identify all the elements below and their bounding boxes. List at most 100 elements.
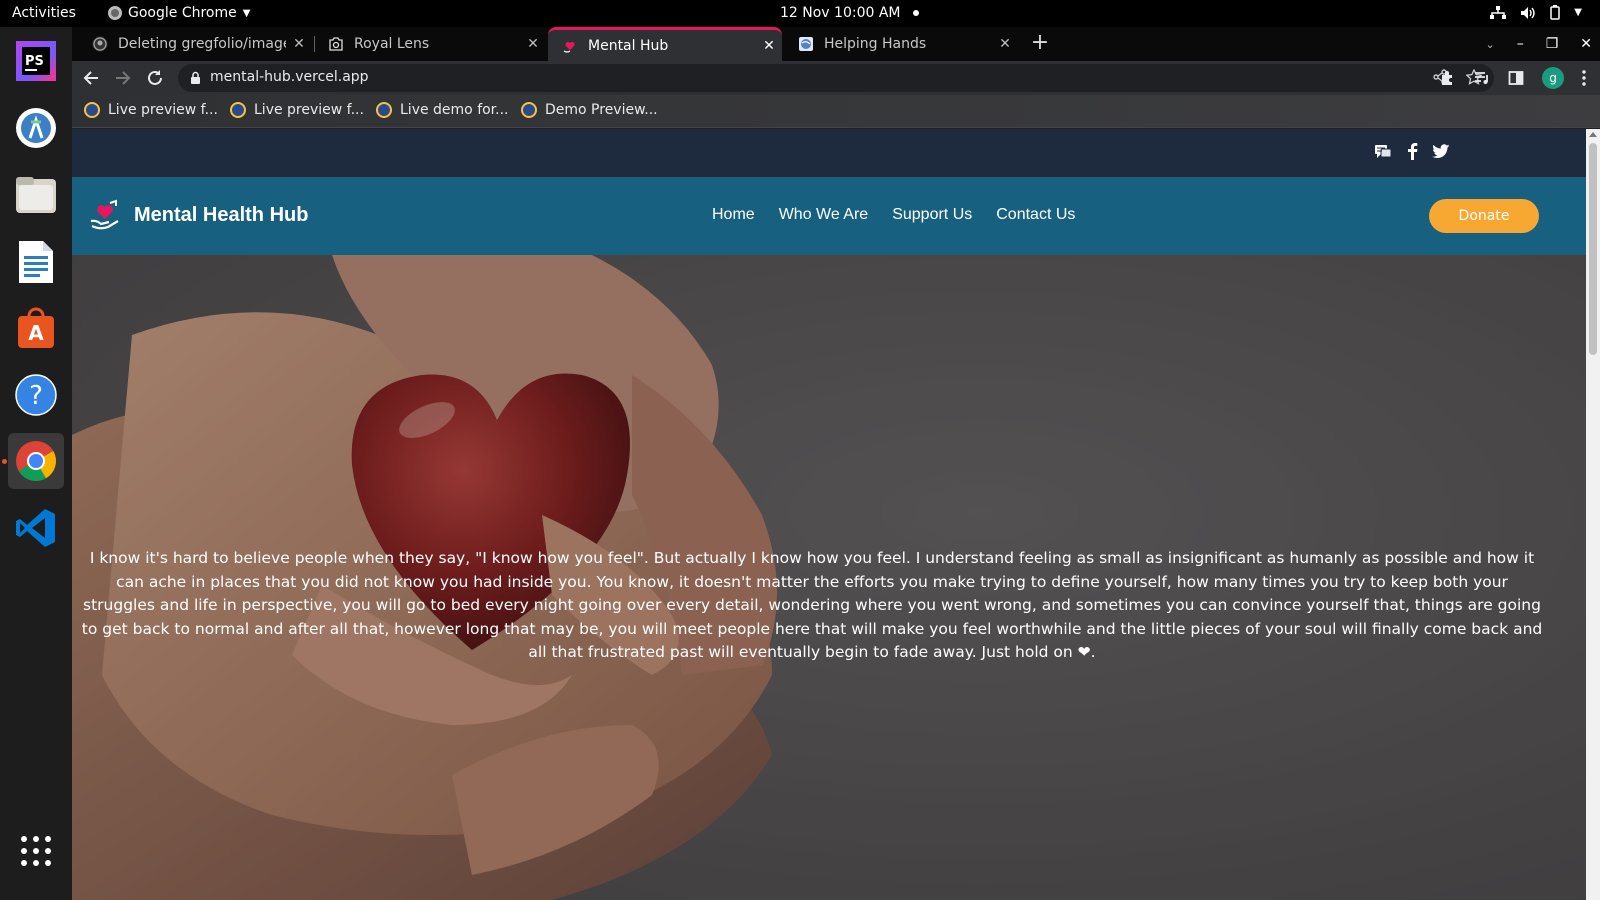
scrollbar-thumb[interactable]	[1589, 143, 1597, 355]
running-indicator-icon	[2, 459, 7, 464]
facebook-icon[interactable]	[1406, 143, 1418, 160]
address-bar[interactable]: mental-hub.vercel.app	[178, 64, 1494, 92]
app-grid-icon[interactable]	[8, 823, 64, 879]
clock-label: 12 Nov 10:00 AM	[780, 5, 901, 21]
chevron-down-icon: ▼	[242, 7, 251, 19]
chrome-icon	[108, 6, 122, 20]
bookmark-label: Live demo for...	[400, 102, 509, 118]
camera-icon	[328, 36, 344, 52]
brand-name: Mental Health Hub	[134, 203, 309, 226]
close-tab-icon[interactable]: ✕	[992, 36, 1018, 52]
window-controls: ⌄ – ❐ ✕	[1485, 27, 1592, 61]
bookmark-favicon-icon	[376, 102, 392, 118]
bookmark-label: Live preview f...	[254, 102, 364, 118]
heart-hands-logo-icon	[90, 199, 119, 230]
close-tab-icon[interactable]: ✕	[286, 36, 312, 52]
media-queue-icon[interactable]	[1474, 70, 1490, 86]
chat-icon[interactable]	[1374, 144, 1392, 160]
hero-quote: I know it's hard to believe people when …	[81, 549, 1543, 661]
system-tray[interactable]: ▼	[1490, 5, 1582, 20]
github-icon	[92, 36, 108, 52]
help-icon[interactable]: ?	[8, 367, 64, 423]
tab-royal-lens[interactable]: Royal Lens ✕	[314, 27, 546, 61]
restore-icon[interactable]: ❐	[1546, 36, 1559, 52]
network-icon	[1490, 5, 1507, 19]
app-menu[interactable]: Google Chrome ▼	[108, 5, 250, 21]
files-icon[interactable]	[8, 167, 64, 223]
bookmark-item[interactable]: Live demo for...	[376, 102, 509, 118]
dock: PS A ?	[0, 27, 72, 900]
tab-strip: Deleting gregfolio/image ✕ Royal Lens ✕ …	[72, 27, 1600, 61]
bookmark-favicon-icon	[230, 102, 246, 118]
volume-icon	[1521, 6, 1535, 19]
tab-helping-hands[interactable]: Helping Hands ✕	[784, 27, 1018, 61]
toolbar-actions: g	[1440, 67, 1586, 89]
arrow-left-icon	[83, 71, 98, 85]
extensions-icon[interactable]	[1440, 70, 1456, 86]
profile-avatar[interactable]: g	[1542, 67, 1564, 89]
heart-hands-icon	[562, 38, 578, 54]
battery-icon	[1550, 5, 1561, 20]
bookmark-item[interactable]: Demo Preview...	[521, 102, 658, 118]
svg-text:PS: PS	[25, 54, 44, 69]
page-viewport: Mental Health Hub Home Who We Are Suppor…	[72, 129, 1586, 900]
reload-button[interactable]	[144, 67, 166, 89]
lock-icon[interactable]	[190, 71, 201, 85]
bookmark-item[interactable]: Live preview f...	[230, 102, 364, 118]
donate-button[interactable]: Donate	[1429, 199, 1539, 233]
bookmark-favicon-icon	[84, 102, 100, 118]
tab-title: Deleting gregfolio/image	[118, 36, 286, 52]
nav-menu: Home Who We Are Support Us Contact Us	[712, 206, 1075, 224]
vscode-icon[interactable]	[8, 500, 64, 556]
bookmark-item[interactable]: Live preview f...	[84, 102, 218, 118]
system-menu-chevron-icon: ▼	[1574, 7, 1582, 18]
browser-window: Deleting gregfolio/image ✕ Royal Lens ✕ …	[72, 27, 1600, 900]
social-links	[1374, 143, 1450, 160]
software-icon[interactable]: A	[8, 300, 64, 356]
bookmarks-bar: Live preview f... Live preview f... Live…	[72, 95, 1600, 128]
tab-title: Helping Hands	[824, 36, 927, 52]
bookmark-label: Demo Preview...	[545, 102, 658, 118]
tab-title: Mental Hub	[588, 37, 669, 54]
forward-button[interactable]	[112, 67, 134, 89]
nav-support-us-link[interactable]: Support Us	[892, 206, 972, 224]
svg-text:A: A	[28, 321, 44, 345]
close-tab-icon[interactable]: ✕	[520, 36, 546, 52]
new-tab-button[interactable]: +	[1027, 31, 1053, 57]
bookmark-favicon-icon	[521, 102, 537, 118]
phpstorm-icon[interactable]: PS	[8, 33, 64, 89]
notification-dot-icon	[912, 10, 919, 16]
writer-icon[interactable]	[8, 234, 64, 290]
app-menu-label: Google Chrome	[128, 5, 237, 21]
reload-icon	[148, 70, 162, 85]
browser-toolbar: mental-hub.vercel.app g	[72, 61, 1600, 95]
site-navbar: Mental Health Hub Home Who We Are Suppor…	[72, 177, 1586, 255]
brand[interactable]: Mental Health Hub	[88, 199, 308, 231]
tab-mental-hub[interactable]: Mental Hub ✕	[548, 27, 782, 61]
system-top-bar: Activities Google Chrome ▼ 12 Nov 10:00 …	[0, 0, 1600, 27]
social-bar	[72, 129, 1586, 177]
more-menu-icon[interactable]	[1582, 70, 1586, 86]
nav-who-we-are-link[interactable]: Who We Are	[779, 206, 869, 224]
nav-contact-us-link[interactable]: Contact Us	[996, 206, 1075, 224]
android-studio-icon[interactable]	[8, 100, 64, 156]
clock[interactable]: 12 Nov 10:00 AM	[780, 5, 919, 21]
arrow-right-icon	[116, 71, 131, 85]
tab-deleting-gregfolio[interactable]: Deleting gregfolio/image ✕	[78, 27, 312, 61]
close-tab-icon[interactable]: ✕	[756, 38, 782, 54]
chrome-icon[interactable]	[2, 433, 64, 489]
bookmark-label: Live preview f...	[108, 102, 218, 118]
activities-button[interactable]: Activities	[12, 5, 76, 21]
close-window-icon[interactable]: ✕	[1580, 36, 1592, 52]
twitter-icon[interactable]	[1432, 144, 1450, 159]
side-panel-icon[interactable]	[1508, 70, 1524, 86]
scroll-up-icon[interactable]	[1589, 132, 1597, 137]
tab-search-chevron-icon[interactable]: ⌄	[1485, 38, 1494, 51]
url-text: mental-hub.vercel.app	[210, 69, 369, 85]
tab-title: Royal Lens	[354, 36, 430, 52]
minimize-icon[interactable]: –	[1517, 36, 1524, 52]
back-button[interactable]	[80, 67, 102, 89]
svg-text:?: ?	[29, 381, 43, 411]
page-scrollbar[interactable]	[1586, 129, 1600, 900]
nav-home-link[interactable]: Home	[712, 206, 755, 224]
